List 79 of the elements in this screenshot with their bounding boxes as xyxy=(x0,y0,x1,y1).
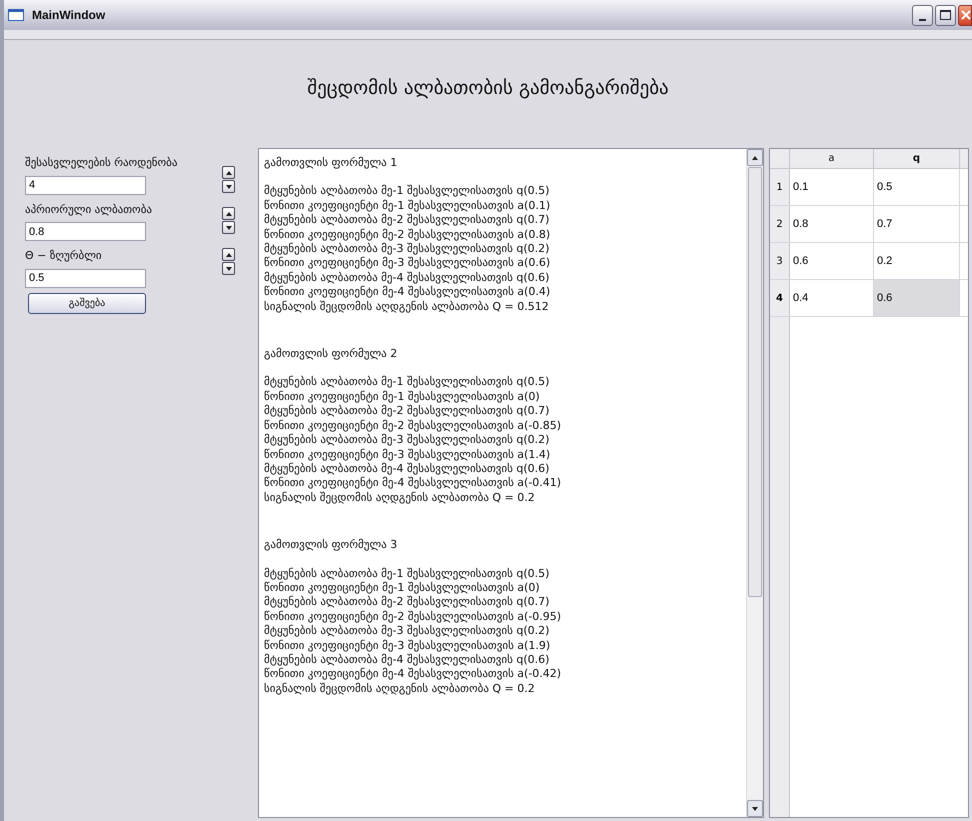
close-button[interactable] xyxy=(958,4,972,26)
spin-up-button[interactable] xyxy=(222,166,235,179)
spin-down-button[interactable] xyxy=(222,221,235,234)
scrollbar[interactable] xyxy=(746,149,763,817)
spin-down-button[interactable] xyxy=(222,180,235,193)
result-line: წონითი კოეფიციენტი მე-3 შესასვლელისათვის a(1.9) xyxy=(264,638,550,653)
field-label: Θ − ზღურბლი xyxy=(25,248,103,264)
result-line: წონითი კოეფიციენტი მე-3 შესასვლელისათვის a(0.6) xyxy=(264,256,550,271)
number-field[interactable]: 0.5 xyxy=(25,268,146,288)
result-line: მტყუნების ალბათობა მე-1 შესასვლელისათვის q(0.5) xyxy=(264,566,550,581)
caret-up-icon xyxy=(226,170,232,174)
result-line: წონითი კოეფიციენტი მე-1 შესასვლელისათვის a(0) xyxy=(264,580,540,596)
result-line: წონითი კოეფიციენტი მე-1 შესასვლელისათვის a(0.1) xyxy=(264,198,550,214)
result-line: წონითი კოეფიციენტი მე-3 შესასვლელისათვის a(1.4) xyxy=(264,448,550,462)
result-line: წონითი კოეფიციენტი მე-2 შესასვლელისათვის a(-0.85) xyxy=(264,418,562,434)
result-line: სიგნალის შეცდომის აღდგენის ალბათობა Q = 0.2 xyxy=(264,682,535,696)
column-header[interactable]: a xyxy=(790,149,874,168)
caret-down-icon xyxy=(226,226,232,230)
result-line: მტყუნების ალბათობა მე-4 შესასვლელისათვის q(0.6) xyxy=(264,652,550,668)
result-line: მტყუნების ალბათობა მე-3 შესასვლელისათვის q(0.2) xyxy=(264,242,550,256)
maximize-button[interactable] xyxy=(935,4,956,26)
column-header[interactable]: q xyxy=(874,149,960,168)
scroll-down-button[interactable] xyxy=(747,800,763,817)
minimize-button[interactable] xyxy=(912,4,933,26)
result-line: მტყუნების ალბათობა მე-2 შესასვლელისათვის q(0.7) xyxy=(264,404,550,419)
caret-down-icon xyxy=(226,266,232,270)
table-cell[interactable]: 0.8 xyxy=(790,206,874,242)
minimize-icon xyxy=(919,18,926,20)
spin-up-button[interactable] xyxy=(222,248,235,261)
result-line: მტყუნების ალბათობა მე-2 შესასვლელისათვის q(0.7) xyxy=(264,213,550,228)
table-cell[interactable]: 0.4 xyxy=(790,280,874,316)
result-line: მტყუნების ალბათობა მე-4 შესასვლელისათვის q(0.6) xyxy=(264,270,550,286)
result-line: მტყუნების ალბათობა მე-4 შესასვლელისათვის q(0.6) xyxy=(264,462,550,476)
row-header[interactable]: 3 xyxy=(770,243,790,279)
result-line: წონითი კოეფიციენტი მე-1 შესასვლელისათვის a(0) xyxy=(264,390,540,404)
field-label: შესასვლელების რაოდენობა xyxy=(25,155,178,171)
window-title: MainWindow xyxy=(32,7,106,24)
maximize-icon xyxy=(940,10,951,20)
row-header[interactable]: 1 xyxy=(770,169,790,205)
scroll-up-button[interactable] xyxy=(747,149,763,166)
result-line: წონითი კოეფიციენტი მე-4 შესასვლელისათვის a(-0.41) xyxy=(264,476,562,491)
run-button[interactable]: გაშვება xyxy=(28,292,146,314)
table-cell[interactable]: 0.5 xyxy=(874,169,960,205)
output-text-area[interactable] xyxy=(258,148,764,818)
result-line: მტყუნების ალბათობა მე-1 შესასვლელისათვის q(0.5) xyxy=(264,375,550,390)
result-line: მტყუნების ალბათობა მე-1 შესასვლელისათვის q(0.5) xyxy=(264,184,550,199)
formula-heading: გამოთვლის ფორმულა 3 xyxy=(264,538,398,553)
caret-down-icon xyxy=(752,806,758,810)
close-icon xyxy=(961,10,971,20)
formula-heading: გამოთვლის ფორმულა 1 xyxy=(264,156,398,170)
caret-up-icon xyxy=(226,212,232,216)
result-line: წონითი კოეფიციენტი მე-4 შესასვლელისათვის a(-0.42) xyxy=(264,667,562,682)
result-line: სიგნალის შეცდომის აღდგენის ალბათობა Q = 0.2 xyxy=(264,490,535,506)
page-heading: შეცდომის ალბათობის გამოანგარიშება xyxy=(307,76,669,101)
result-line: წონითი კოეფიციენტი მე-2 შესასვლელისათვის a(0.8) xyxy=(264,228,550,242)
table-cell[interactable]: 0.6 xyxy=(874,280,960,316)
spin-down-button[interactable] xyxy=(222,262,235,275)
result-line: წონითი კოეფიციენტი მე-2 შესასვლელისათვის a(-0.95) xyxy=(264,610,562,624)
field-label: აპრიორული ალბათობა xyxy=(25,202,153,218)
caret-up-icon xyxy=(752,156,758,160)
caret-down-icon xyxy=(226,184,232,188)
window-icon xyxy=(8,9,24,21)
table-cell[interactable]: 0.1 xyxy=(790,169,874,205)
table-cell[interactable]: 0.2 xyxy=(874,243,960,279)
caret-up-icon xyxy=(226,252,232,256)
row-header[interactable]: 4 xyxy=(770,280,790,316)
table-cell[interactable]: 0.6 xyxy=(790,243,874,279)
result-line: მტყუნების ალბათობა მე-2 შესასვლელისათვის q(0.7) xyxy=(264,595,550,610)
result-line: წონითი კოეფიციენტი მე-4 შესასვლელისათვის a(0.4) xyxy=(264,285,550,300)
result-line: სიგნალის შეცდომის აღდგენის ალბათობა Q = 0.512 xyxy=(264,300,549,314)
scrollbar-thumb[interactable] xyxy=(748,167,762,597)
number-field[interactable]: 0.8 xyxy=(25,222,146,241)
row-header[interactable]: 2 xyxy=(770,206,790,242)
number-field[interactable]: 4 xyxy=(25,176,146,194)
formula-heading: გამოთვლის ფორმულა 2 xyxy=(264,347,398,362)
spin-up-button[interactable] xyxy=(222,207,235,220)
result-line: მტყუნების ალბათობა მე-3 შესასვლელისათვის q(0.2) xyxy=(264,624,550,639)
table-cell[interactable]: 0.7 xyxy=(874,206,960,242)
result-line: მტყუნების ალბათობა მე-3 შესასვლელისათვის q(0.2) xyxy=(264,433,550,448)
